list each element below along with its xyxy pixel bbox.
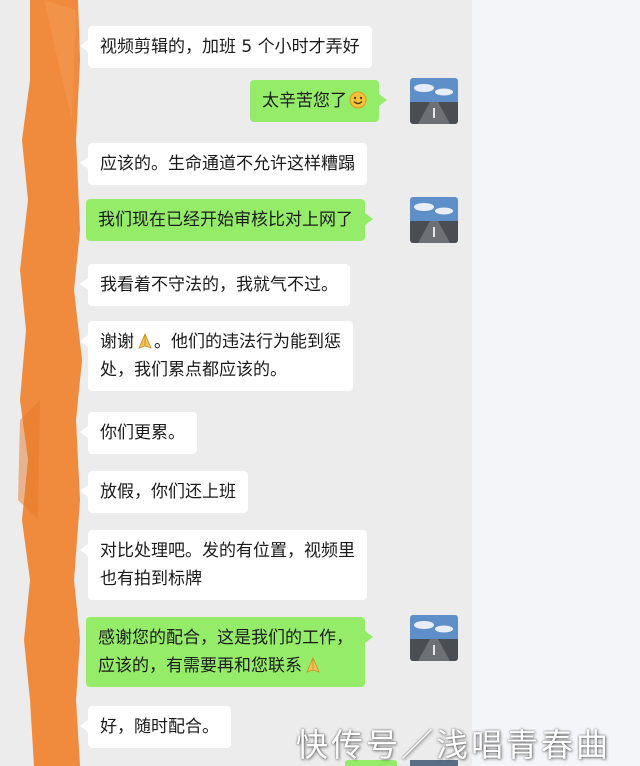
message-text: 太辛苦您了 bbox=[262, 91, 347, 111]
message-bubble-incoming[interactable]: 你们更累。 bbox=[80, 412, 197, 454]
pray-emoji-icon bbox=[304, 655, 322, 673]
message-bubble-incoming[interactable]: 谢谢 。他们的违法行为能到惩 处，我们累点都应该的。 bbox=[80, 321, 353, 391]
avatar-road-icon[interactable] bbox=[410, 197, 458, 243]
message-bubble-incoming[interactable]: 我看着不守法的，我就气不过。 bbox=[80, 264, 350, 306]
watermark-text: 快传号／浅唱青春曲 bbox=[296, 726, 612, 764]
message-bubble-incoming[interactable]: 应该的。生命通道不允许这样糟蹋 bbox=[80, 143, 367, 185]
message-bubble-outgoing[interactable]: 感谢您的配合，这是我们的工作， 应该的，有需要再和您联系 bbox=[86, 617, 373, 687]
message-text-line: 对比处理吧。发的有位置，视频里 bbox=[100, 541, 355, 561]
pray-emoji-icon bbox=[136, 331, 154, 349]
message-text: 放假，你们还上班 bbox=[100, 482, 236, 502]
right-margin bbox=[472, 0, 640, 766]
message-text: 好，随时配合。 bbox=[100, 717, 219, 737]
message-text-line: 也有拍到标牌 bbox=[100, 569, 202, 589]
message-text-line: 应该的，有需要再和您联系 bbox=[98, 652, 353, 680]
message-bubble-incoming[interactable]: 视频剪辑的，加班 5 个小时才弄好 bbox=[80, 26, 372, 68]
message-bubble-outgoing[interactable]: 太辛苦您了 bbox=[250, 80, 387, 122]
message-text: 应该的。生命通道不允许这样糟蹋 bbox=[100, 154, 355, 174]
avatar-road-icon[interactable] bbox=[410, 615, 458, 661]
message-bubble-outgoing[interactable]: 我们现在已经开始审核比对上网了 bbox=[86, 199, 373, 241]
message-text-line: 谢谢 。他们的违法行为能到惩 bbox=[100, 331, 341, 352]
message-text: 我们现在已经开始审核比对上网了 bbox=[98, 210, 353, 230]
message-bubble-incoming[interactable]: 放假，你们还上班 bbox=[80, 471, 248, 513]
message-bubble-incoming[interactable]: 对比处理吧。发的有位置，视频里 也有拍到标牌 bbox=[80, 530, 367, 600]
smile-emoji-icon bbox=[349, 90, 367, 109]
message-text-line: 处，我们累点都应该的。 bbox=[100, 360, 287, 380]
message-text: 视频剪辑的，加班 5 个小时才弄好 bbox=[100, 37, 360, 57]
message-text: 我看着不守法的，我就气不过。 bbox=[100, 275, 338, 295]
chat-screenshot: 视频剪辑的，加班 5 个小时才弄好 太辛苦您了 应该的。生命通道不允许这样糟蹋 … bbox=[0, 0, 640, 766]
avatar-road-icon[interactable] bbox=[410, 78, 458, 124]
message-text: 你们更累。 bbox=[100, 423, 185, 443]
message-bubble-incoming[interactable]: 好，随时配合。 bbox=[80, 706, 231, 748]
chat-panel: 视频剪辑的，加班 5 个小时才弄好 太辛苦您了 应该的。生命通道不允许这样糟蹋 … bbox=[0, 0, 472, 766]
message-text-line: 感谢您的配合，这是我们的工作， bbox=[98, 628, 353, 648]
